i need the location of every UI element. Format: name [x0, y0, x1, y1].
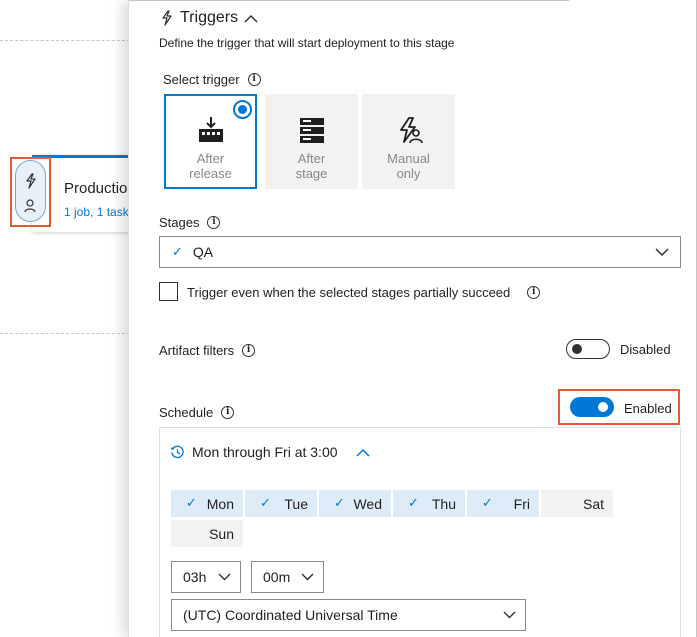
minute-value: 00m	[263, 569, 291, 585]
check-icon: ✓	[408, 495, 419, 510]
triggers-panel: Triggers Define the trigger that will st…	[128, 0, 697, 637]
stages-dropdown[interactable]: ✓ QA	[159, 236, 681, 268]
check-icon: ✓	[172, 244, 183, 259]
check-icon: ✓	[334, 495, 345, 510]
panel-border	[129, 0, 569, 1]
check-icon: ✓	[186, 495, 197, 510]
timezone-value: (UTC) Coordinated Universal Time	[183, 607, 398, 623]
release-icon	[198, 117, 223, 142]
trigger-option-label: release	[189, 166, 232, 181]
triggers-header[interactable]: Triggers	[159, 9, 258, 27]
day-label: Sun	[209, 525, 234, 542]
schedule-label: Schedule i	[159, 405, 235, 420]
day-wed[interactable]: ✓ Wed	[319, 490, 391, 517]
trigger-option-after-stage[interactable]: After stage	[265, 94, 358, 189]
day-label: Mon	[206, 495, 234, 512]
day-mon[interactable]: ✓ Mon	[171, 490, 243, 517]
select-trigger-text: Select trigger	[163, 72, 240, 87]
info-icon[interactable]: i	[527, 286, 541, 299]
day-label: Wed	[353, 495, 382, 512]
stages-label-text: Stages	[159, 215, 200, 230]
artifact-filters-text: Artifact filters	[159, 343, 235, 358]
partial-success-label: Trigger even when the selected stages pa…	[187, 285, 541, 300]
hour-value: 03h	[183, 569, 207, 585]
info-icon[interactable]: i	[207, 216, 221, 229]
schedule-summary-header[interactable]: Mon through Fri at 3:00	[170, 444, 370, 460]
day-tue[interactable]: ✓ Tue	[245, 490, 317, 517]
stage-name: Production	[64, 180, 136, 197]
chevron-down-icon	[218, 573, 231, 581]
check-icon: ✓	[260, 495, 271, 510]
day-sun[interactable]: Sun	[171, 520, 243, 547]
trigger-option-after-release[interactable]: After release	[164, 94, 257, 189]
artifact-filters-state: Disabled	[620, 342, 671, 357]
select-trigger-label: Select trigger i	[163, 72, 261, 87]
artifact-filters-toggle[interactable]	[566, 339, 610, 359]
info-icon[interactable]: i	[221, 406, 235, 419]
selected-radio-icon	[233, 100, 252, 119]
schedule-box: Mon through Fri at 3:00 ✓ Mon ✓ Tue ✓ We…	[159, 427, 681, 637]
chevron-up-icon[interactable]	[356, 448, 370, 457]
panel-description: Define the trigger that will start deplo…	[159, 36, 455, 50]
partial-success-checkbox[interactable]	[159, 282, 178, 301]
day-fri[interactable]: ✓ Fri	[467, 490, 539, 517]
info-icon[interactable]: i	[242, 344, 256, 357]
trigger-option-label: Manual	[387, 151, 430, 166]
day-sat[interactable]: Sat	[541, 490, 613, 517]
stages-label: Stages i	[159, 215, 221, 230]
divider	[0, 333, 130, 334]
trigger-option-manual-only[interactable]: Manual only	[362, 94, 455, 189]
artifact-filters-label: Artifact filters i	[159, 343, 256, 358]
stages-selected-value: QA	[192, 244, 214, 260]
day-label: Thu	[431, 495, 456, 512]
highlight-box	[558, 389, 680, 425]
stage-subtitle[interactable]: 1 job, 1 task	[64, 205, 129, 219]
chevron-down-icon	[503, 611, 516, 619]
trigger-option-label: After	[196, 151, 225, 166]
highlight-box	[10, 157, 51, 227]
day-thu[interactable]: ✓ Thu	[393, 490, 465, 517]
toggle-knob	[572, 344, 582, 354]
check-icon: ✓	[482, 495, 493, 510]
stage-icon	[299, 118, 324, 143]
info-icon[interactable]: i	[247, 73, 261, 86]
hour-select[interactable]: 03h	[171, 561, 241, 593]
history-clock-icon	[170, 445, 184, 458]
trigger-option-label: After	[297, 151, 326, 166]
manual-icon	[399, 117, 423, 144]
trigger-option-label: only	[396, 166, 421, 181]
day-label: Tue	[284, 495, 308, 512]
schedule-summary: Mon through Fri at 3:00	[192, 444, 338, 460]
chevron-up-icon[interactable]	[244, 14, 258, 23]
chevron-down-icon	[301, 573, 314, 581]
panel-title: Triggers	[180, 9, 239, 26]
minute-select[interactable]: 00m	[251, 561, 324, 593]
divider	[0, 40, 130, 41]
day-label: Fri	[513, 495, 530, 512]
schedule-label-text: Schedule	[159, 405, 214, 420]
lightning-icon	[162, 10, 172, 26]
timezone-select[interactable]: (UTC) Coordinated Universal Time	[171, 599, 526, 631]
day-label: Sat	[582, 495, 604, 512]
trigger-option-label: stage	[295, 166, 328, 181]
partial-success-text: Trigger even when the selected stages pa…	[187, 285, 511, 300]
chevron-down-icon	[655, 248, 669, 257]
